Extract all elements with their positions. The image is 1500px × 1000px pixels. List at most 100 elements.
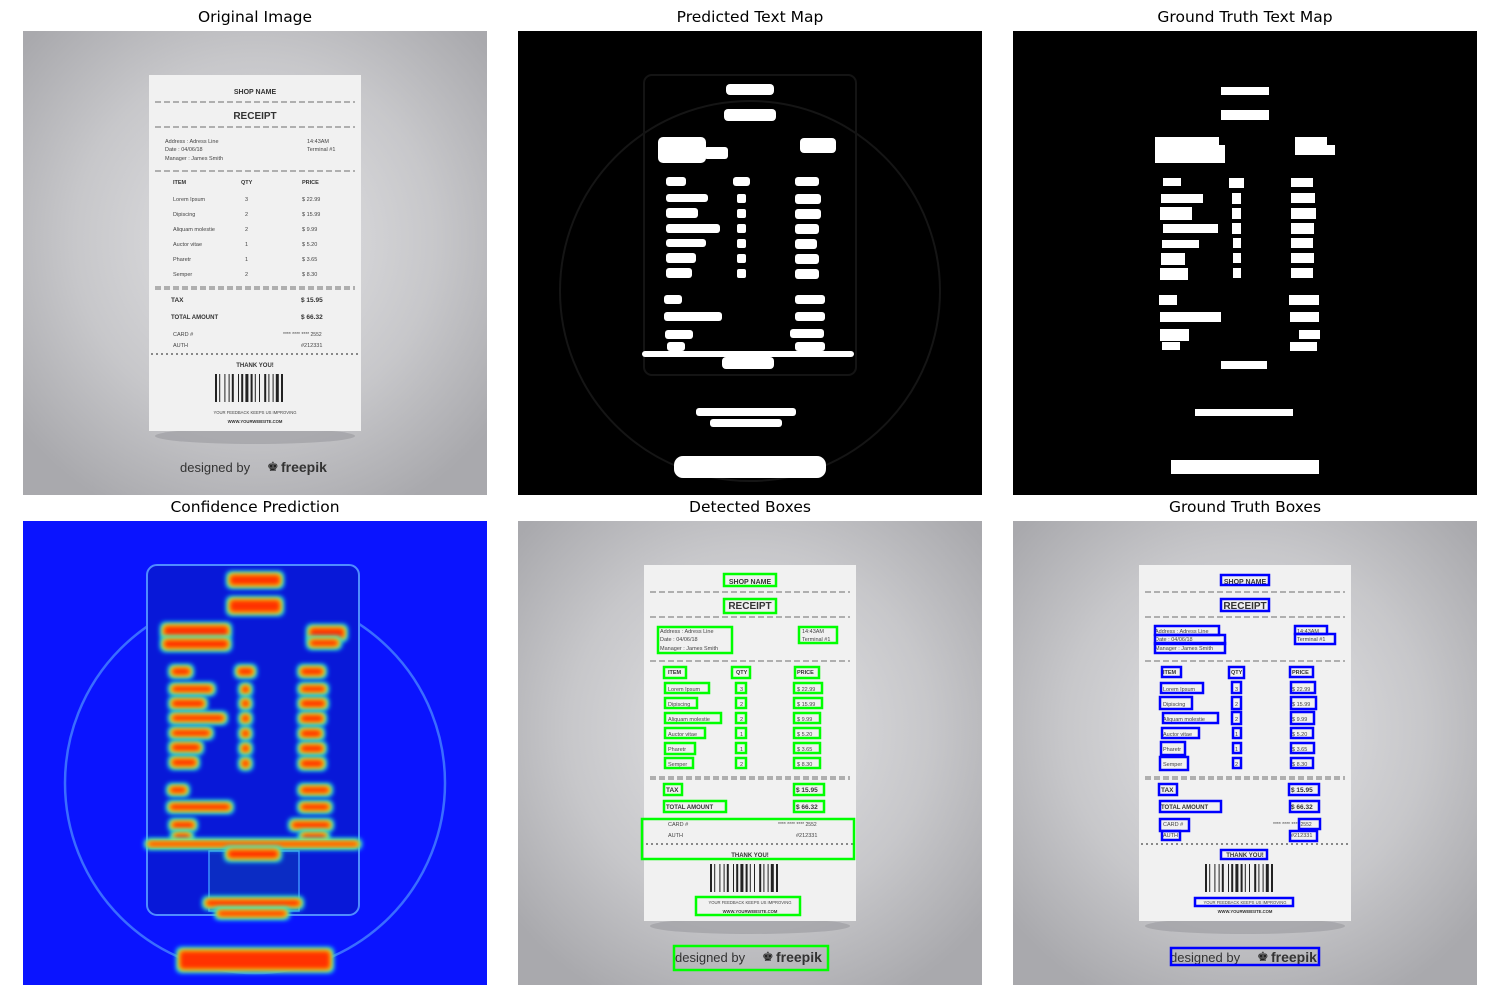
receipt-tax-value: $ 15.95 xyxy=(301,297,323,304)
receipt-auth-label-copy: AUTH xyxy=(1163,833,1178,839)
receipt-card-label: CARD # xyxy=(173,332,194,338)
heat-blob xyxy=(242,760,249,767)
item-qty: 1 xyxy=(245,242,248,248)
heat-blob xyxy=(172,822,194,828)
heat-blob xyxy=(242,715,249,722)
receipt-auth-value-copy: #212331 xyxy=(796,833,817,839)
receipt-col-price-copy: PRICE xyxy=(797,670,814,676)
heat-blob xyxy=(172,759,196,766)
receipt-col-price-copy: PRICE xyxy=(1292,670,1309,676)
receipt-manager-copy: Manager : James Smith xyxy=(1155,646,1213,652)
receipt-shop-name: SHOP NAME xyxy=(234,89,277,96)
receipt-website: WWW.YOURWEBSITE.COM xyxy=(228,419,283,424)
receipt-address: Address : Adress Line xyxy=(165,139,219,145)
predicted-text-map-panel xyxy=(518,31,982,495)
title-ground-truth-text-map: Ground Truth Text Map xyxy=(1157,8,1333,26)
receipt-tax-value-copy: $ 15.95 xyxy=(1291,787,1313,794)
heat-blob xyxy=(230,600,280,612)
item-name-copy: Pharetr xyxy=(1163,747,1181,753)
ground-truth-text-map-panel xyxy=(1013,31,1477,495)
credit-prefix-copy: designed by xyxy=(1170,950,1241,965)
receipt-manager-copy: Manager : James Smith xyxy=(660,646,718,652)
receipt-date: Date : 04/06/18 xyxy=(165,147,203,153)
heat-blob xyxy=(172,686,212,692)
item-name: Pharetr xyxy=(173,257,191,263)
item-qty: 2 xyxy=(245,212,248,218)
heat-blob xyxy=(172,730,210,736)
receipt-card-value-copy: **** **** **** 2552 xyxy=(778,822,817,828)
item-qty: 1 xyxy=(245,257,248,263)
item-name: Dipiscing xyxy=(173,212,195,218)
item-name-copy: Semper xyxy=(1163,762,1182,768)
item-price-copy: $ 15.99 xyxy=(1292,702,1310,708)
heat-blob xyxy=(206,900,300,906)
receipt-card-label-copy: CARD # xyxy=(668,822,689,828)
title-predicted-text-map: Predicted Text Map xyxy=(676,8,824,26)
item-qty: 2 xyxy=(245,272,248,278)
heat-blob xyxy=(170,804,230,810)
receipt-time-copy: 14:43AM xyxy=(802,629,824,635)
receipt-illustration: SHOP NAME RECEIPT Address : Adress Line … xyxy=(23,31,487,495)
item-price-copy: $ 9.99 xyxy=(1292,717,1307,723)
receipt-thank-you: THANK YOU! xyxy=(236,363,274,369)
item-name: Aliquam molestie xyxy=(173,227,215,233)
ground-truth-boxes-overlay: SHOP NAMERECEIPTAddress : Adress LineDat… xyxy=(1013,521,1477,985)
heat-blob xyxy=(218,911,286,916)
receipt-auth-label-copy: AUTH xyxy=(668,833,683,839)
item-price: $ 9.99 xyxy=(302,227,317,233)
heat-blob xyxy=(242,686,249,693)
receipt-col-item: ITEM xyxy=(173,180,187,186)
title-confidence-prediction: Confidence Prediction xyxy=(170,498,340,516)
item-price: $ 22.99 xyxy=(302,197,320,203)
heat-blob xyxy=(148,842,358,846)
confidence-heatmap xyxy=(23,521,487,985)
item-name-copy: Dipiscing xyxy=(1163,702,1185,708)
receipt-col-qty-copy: QTY xyxy=(736,670,748,676)
heat-blob xyxy=(301,715,323,722)
receipt-website-copy: WWW.YOURWEBSITE.COM xyxy=(723,909,778,914)
heat-blob xyxy=(301,760,323,767)
receipt-tax-label: TAX xyxy=(171,297,184,304)
item-price: $ 8.30 xyxy=(302,272,317,278)
freepik-logo-icon: ♚ xyxy=(267,460,279,475)
heat-blob xyxy=(230,575,280,585)
heat-blob xyxy=(310,640,338,646)
heat-blob xyxy=(180,951,330,969)
heat-blob xyxy=(242,730,249,737)
receipt-date-copy: Date : 04/06/18 xyxy=(660,637,698,643)
heat-blob xyxy=(164,626,228,636)
item-name: Semper xyxy=(173,272,192,278)
receipt-col-item-copy: ITEM xyxy=(1163,670,1177,676)
ground-truth-boxes-panel: SHOP NAME RECEIPT Address : Adress Line Dat… xyxy=(1013,521,1477,985)
heat-blob xyxy=(301,804,329,810)
heat-blob xyxy=(228,850,278,858)
receipt-card-value: **** **** **** 2552 xyxy=(283,332,322,338)
detected-boxes-overlay: SHOP NAMERECEIPTAddress : Adress LineDat… xyxy=(518,521,982,985)
receipt-card-label-copy: CARD # xyxy=(1163,822,1184,828)
freepik-logo-icon-copy: ♚ xyxy=(762,950,774,965)
heat-blob xyxy=(301,686,325,692)
receipt-card-value-copy: **** **** **** 2552 xyxy=(1273,822,1312,828)
heat-blob xyxy=(238,668,253,675)
heat-blob xyxy=(242,745,249,752)
heat-blob xyxy=(172,715,224,721)
item-qty: 3 xyxy=(245,197,248,203)
detected-boxes-panel: SHOP NAME RECEIPT Address : Adress Line Dat… xyxy=(518,521,982,985)
credit-brand-copy: freepik xyxy=(776,949,822,965)
receipt-total-label: TOTAL AMOUNT xyxy=(171,315,218,321)
heat-blob xyxy=(301,745,323,752)
original-image-panel: SHOP NAME RECEIPT Address : Adress Line … xyxy=(23,31,487,495)
item-price: $ 5.20 xyxy=(302,242,317,248)
heat-blob xyxy=(242,700,249,707)
receipt-col-price: PRICE xyxy=(302,180,319,186)
receipt-tax-value-copy: $ 15.95 xyxy=(796,787,818,794)
receipt-website-copy: WWW.YOURWEBSITE.COM xyxy=(1218,909,1273,914)
heat-blob xyxy=(301,730,321,737)
freepik-logo-icon-copy: ♚ xyxy=(1257,950,1269,965)
heat-blob xyxy=(301,787,329,793)
receipt-total-label-copy: TOTAL AMOUNT xyxy=(1161,805,1208,811)
receipt-auth-value-copy: #212331 xyxy=(1291,833,1312,839)
receipt-total-label-copy: TOTAL AMOUNT xyxy=(666,805,713,811)
confidence-prediction-panel xyxy=(23,521,487,985)
credit-prefix: designed by xyxy=(180,460,251,475)
